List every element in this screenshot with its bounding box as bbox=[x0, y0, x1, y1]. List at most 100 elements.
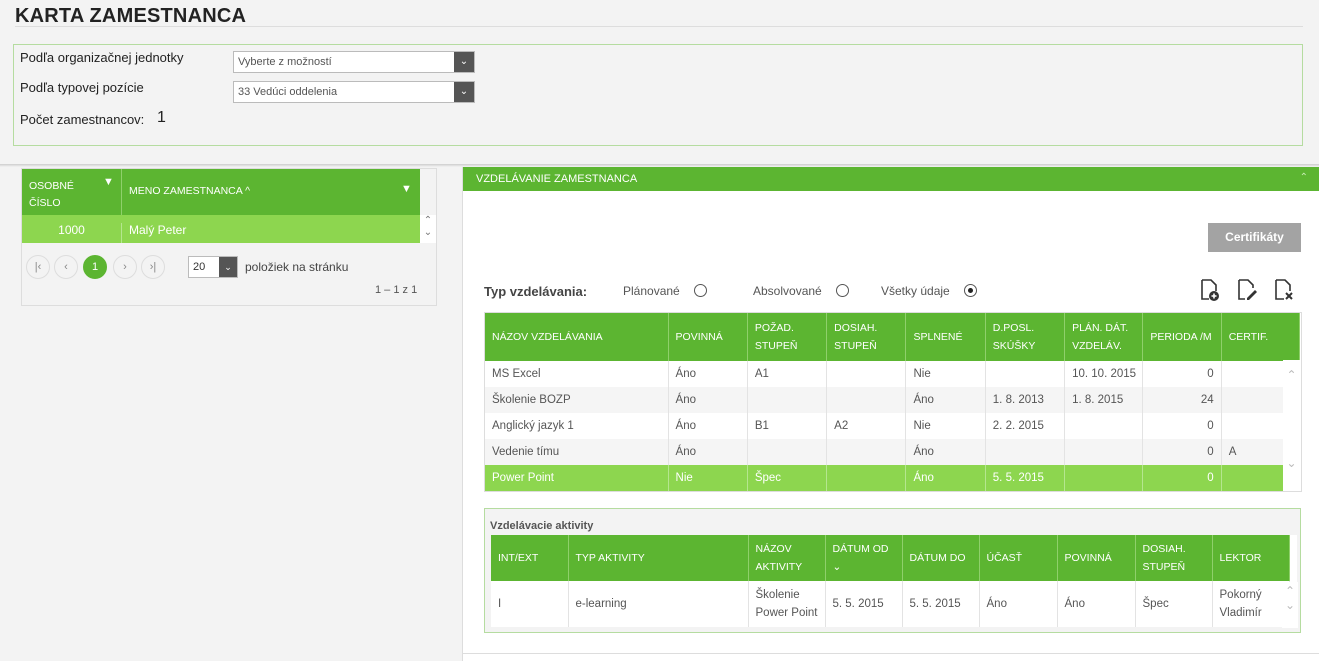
edit-document-icon[interactable] bbox=[1236, 278, 1258, 302]
column-header[interactable]: PERIODA /M bbox=[1142, 313, 1222, 361]
sort-asc-icon: ^ bbox=[245, 185, 251, 197]
chevron-up-icon[interactable]: ⌃ bbox=[420, 215, 436, 227]
chevron-up-icon[interactable]: ⌃ bbox=[1282, 584, 1298, 598]
chevron-down-icon[interactable]: ⌄ bbox=[1283, 456, 1300, 470]
table-row[interactable]: 1000 Malý Peter bbox=[22, 215, 420, 243]
column-header[interactable]: D.POSL. SKÚŠKY bbox=[985, 313, 1066, 361]
page-size-select[interactable]: 20 ⌄ bbox=[188, 256, 238, 278]
column-header[interactable]: DÁTUM OD ⌄ bbox=[825, 535, 903, 581]
cell-required-level bbox=[747, 439, 828, 465]
table-row[interactable]: I e-learning Školenie Power Point 5. 5. … bbox=[491, 581, 1297, 627]
employee-name-cell: Malý Peter bbox=[129, 223, 187, 237]
filter-icon[interactable]: ▼ bbox=[103, 174, 114, 191]
employee-count-label: Počet zamestnancov: bbox=[20, 112, 145, 127]
collapse-icon[interactable]: ⌃ bbox=[1300, 172, 1308, 183]
column-header[interactable]: PLÁN. DÁT. VZDELÁV. bbox=[1064, 313, 1144, 361]
scrollbar[interactable]: ⌃ ⌄ bbox=[420, 215, 436, 243]
table-row[interactable]: Vedenie tímu Áno Áno 0 A bbox=[485, 439, 1301, 465]
chevron-down-icon[interactable]: ⌄ bbox=[454, 82, 474, 102]
cell-planned-date bbox=[1064, 465, 1144, 491]
cell-fulfilled: Áno bbox=[905, 439, 986, 465]
page-button-current[interactable]: 1 bbox=[83, 255, 107, 279]
column-header[interactable]: NÁZOV AKTIVITY bbox=[748, 535, 826, 581]
last-page-button[interactable]: ›| bbox=[141, 255, 165, 279]
cell-required-level: B1 bbox=[747, 413, 828, 439]
chevron-up-icon[interactable]: ⌃ bbox=[1283, 368, 1300, 382]
cell-date-from: 5. 5. 2015 bbox=[825, 581, 903, 627]
cell-achieved-level bbox=[826, 465, 907, 491]
radio-label: Plánované bbox=[623, 284, 680, 298]
org-unit-label: Podľa organizačnej jednotky bbox=[20, 50, 184, 65]
cell-mandatory: Nie bbox=[668, 465, 748, 491]
column-header[interactable]: TYP AKTIVITY bbox=[568, 535, 749, 581]
position-label: Podľa typovej pozície bbox=[20, 80, 144, 95]
table-row[interactable]: Školenie BOZP Áno Áno 1. 8. 2013 1. 8. 2… bbox=[485, 387, 1301, 413]
column-header-name[interactable]: MENO ZAMESTNANCA ^ ▼ bbox=[122, 169, 420, 215]
cell-required-level: Špec bbox=[747, 465, 828, 491]
column-header[interactable]: POVINNÁ bbox=[668, 313, 748, 361]
cell-last-exam: 2. 2. 2015 bbox=[985, 413, 1066, 439]
column-header[interactable]: DOSIAH. STUPEŇ bbox=[1135, 535, 1213, 581]
chevron-down-icon[interactable]: ⌄ bbox=[219, 257, 237, 277]
cell-planned-date: 10. 10. 2015 bbox=[1064, 361, 1144, 387]
column-header[interactable]: POVINNÁ bbox=[1057, 535, 1136, 581]
cell-name: MS Excel bbox=[485, 361, 669, 387]
column-header[interactable]: DÁTUM DO bbox=[902, 535, 980, 581]
cell-fulfilled: Áno bbox=[905, 465, 986, 491]
radio-button[interactable] bbox=[835, 284, 849, 298]
cell-mandatory: Áno bbox=[668, 413, 748, 439]
radio-button-selected[interactable] bbox=[963, 284, 977, 298]
next-page-button[interactable]: › bbox=[113, 255, 137, 279]
column-header[interactable]: LEKTOR bbox=[1212, 535, 1290, 581]
scrollbar[interactable]: ⌃ ⌄ bbox=[1283, 360, 1300, 491]
org-unit-select[interactable]: Vyberte z možností ⌄ bbox=[233, 51, 475, 73]
page-title: KARTA ZAMESTNANCA bbox=[15, 5, 247, 27]
column-header-label: DÁTUM OD bbox=[832, 543, 889, 555]
cell-achieved-level bbox=[826, 439, 907, 465]
page-range: 1 – 1 z 1 bbox=[375, 284, 418, 296]
chevron-down-icon[interactable]: ⌄ bbox=[420, 227, 436, 239]
cell-fulfilled: Áno bbox=[905, 387, 986, 413]
cell-last-exam bbox=[985, 439, 1066, 465]
filter-icon[interactable]: ▼ bbox=[401, 183, 412, 195]
page-size-label: položiek na stránku bbox=[245, 260, 349, 274]
chevron-down-icon[interactable]: ⌄ bbox=[1282, 598, 1298, 612]
cell-fulfilled: Nie bbox=[905, 413, 986, 439]
activities-panel: Vzdelávacie aktivity INT/EXT TYP AKTIVIT… bbox=[484, 508, 1301, 633]
cell-mandatory: Áno bbox=[668, 387, 748, 413]
delete-document-icon[interactable] bbox=[1273, 278, 1295, 302]
cell-last-exam: 5. 5. 2015 bbox=[985, 465, 1066, 491]
column-header[interactable]: NÁZOV VZDELÁVANIA bbox=[485, 313, 669, 361]
position-select[interactable]: 33 Vedúci oddelenia ⌄ bbox=[233, 81, 475, 103]
first-page-button[interactable]: |‹ bbox=[26, 255, 50, 279]
table-row[interactable]: Anglický jazyk 1 Áno B1 A2 Nie 2. 2. 201… bbox=[485, 413, 1301, 439]
radio-option-planned[interactable]: Plánované bbox=[623, 284, 707, 298]
prev-page-button[interactable]: ‹ bbox=[54, 255, 78, 279]
column-header-id[interactable]: OSOBNÉ ČÍSLO ▼ bbox=[22, 169, 122, 215]
certificates-button[interactable]: Certifikáty bbox=[1208, 223, 1301, 252]
column-header[interactable]: SPLNENÉ bbox=[905, 313, 986, 361]
cell-achieved-level: A2 bbox=[826, 413, 907, 439]
column-header[interactable]: CERTIF. bbox=[1221, 313, 1301, 361]
table-row-selected[interactable]: Power Point Nie Špec Áno 5. 5. 2015 0 bbox=[485, 465, 1301, 491]
cell-planned-date bbox=[1064, 413, 1144, 439]
panel-header[interactable]: VZDELÁVANIE ZAMESTNANCA ⌃ bbox=[463, 167, 1319, 191]
activities-title: Vzdelávacie aktivity bbox=[490, 520, 594, 532]
radio-button[interactable] bbox=[693, 284, 707, 298]
cell-period: 0 bbox=[1142, 465, 1222, 491]
add-document-icon[interactable] bbox=[1199, 278, 1221, 302]
column-header[interactable]: INT/EXT bbox=[491, 535, 569, 581]
column-header[interactable]: POŽAD. STUPEŇ bbox=[747, 313, 828, 361]
cell-achieved-level bbox=[826, 361, 907, 387]
radio-label: Všetky údaje bbox=[881, 284, 950, 298]
radio-option-all[interactable]: Všetky údaje bbox=[881, 284, 977, 298]
cell-mandatory: Áno bbox=[668, 439, 748, 465]
scrollbar[interactable]: ⌃ ⌄ bbox=[1282, 582, 1298, 628]
column-header[interactable]: ÚČASŤ bbox=[979, 535, 1058, 581]
column-header[interactable]: DOSIAH. STUPEŇ bbox=[826, 313, 907, 361]
cell-period: 0 bbox=[1142, 413, 1222, 439]
radio-option-completed[interactable]: Absolvované bbox=[753, 284, 849, 298]
chevron-down-icon[interactable]: ⌄ bbox=[454, 52, 474, 72]
table-row[interactable]: MS Excel Áno A1 Nie 10. 10. 2015 0 bbox=[485, 361, 1301, 387]
column-header-label: MENO ZAMESTNANCA bbox=[129, 185, 243, 197]
